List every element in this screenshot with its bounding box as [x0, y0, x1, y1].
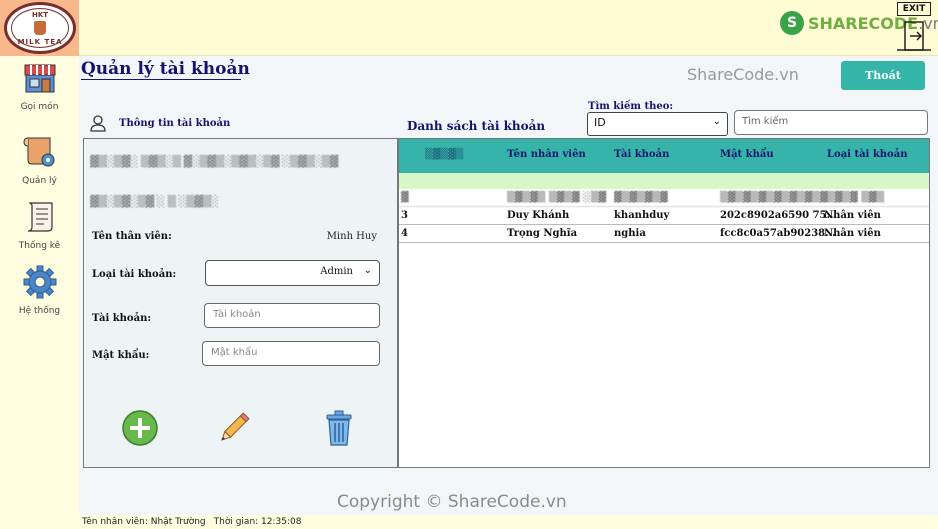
row-password: 202c8902a6590 75...: [720, 210, 837, 221]
sidebar-item-manage[interactable]: Quản lý: [0, 134, 79, 186]
row-username: nghia: [614, 228, 646, 239]
table-row[interactable]: ▓ ▒▓▒▓▒ ▒▓▒▓ ░▒▓ ▓▒▓▒▓▒▓ ▒▓▒▓▒▓▒▓▒▓▒▓▒▓ …: [399, 189, 929, 207]
table-header: ▒▓▒▓▒ Tên nhân viên Tài khoản Mật khẩu L…: [399, 139, 929, 173]
sidebar-item-report[interactable]: Thống kê: [0, 199, 79, 251]
plus-circle-icon: [122, 410, 158, 446]
copyright-watermark: Copyright © ShareCode.vn: [337, 492, 567, 512]
password-label: Mật khẩu:: [92, 350, 150, 361]
shop-icon: [24, 64, 55, 93]
sidebar-item-system[interactable]: Hệ thống: [0, 264, 79, 316]
username-input[interactable]: Tài khoản: [204, 303, 380, 328]
blurred-row: ▓▒░▒▓░▒▓ ░ ▒ ░▒▓▒░: [90, 195, 219, 208]
account-list-title: Danh sách tài khoản: [407, 119, 546, 133]
username-label: Tài khoản:: [92, 313, 152, 324]
selected-table-row[interactable]: [399, 173, 929, 189]
row-name: Duy Khánh: [507, 210, 570, 221]
row-type: Nhân viên: [824, 228, 881, 239]
account-type-select[interactable]: Admin ⌄: [205, 260, 380, 286]
sidebar: Gọi món Quản lý Thống kê Hệ thống: [0, 56, 79, 529]
account-form-panel: ▓▒░▒▓░ ▒▓▒░▒ ▓░▒▓▒░▒▓▒░▒▓ ░▒▓▒░▒▓ ▓▒░▒▓░…: [83, 138, 398, 468]
search-by-select[interactable]: ID ⌄: [587, 112, 728, 136]
sidebar-item-label: Gọi món: [20, 102, 59, 112]
manage-icon: [22, 137, 54, 167]
employee-name-label: Tên thân viên:: [92, 231, 172, 242]
column-header-id: ▒▓▒▓▒: [425, 149, 464, 160]
row-username: khanhduy: [614, 210, 670, 221]
password-input[interactable]: Mật khẩu: [202, 341, 380, 366]
app-logo: HKT MILK TEA: [0, 0, 79, 56]
pencil-icon: [221, 412, 250, 441]
account-type-label: Loại tài khoản:: [92, 269, 177, 280]
status-employee: Tên nhân viên: Nhật Trường: [82, 517, 206, 527]
status-time: Thời gian: 12:35:08: [213, 517, 302, 527]
chevron-down-icon: ⌄: [712, 116, 721, 127]
search-input[interactable]: Tìm kiếm: [734, 110, 928, 135]
sidebar-item-label: Quản lý: [22, 176, 57, 186]
column-header[interactable]: Tên nhân viên: [507, 149, 586, 160]
logo-badge: HKT MILK TEA: [4, 2, 76, 54]
watermark-text: ShareCode.vn: [687, 65, 799, 84]
row-type: Nhân viên: [824, 210, 881, 221]
column-header[interactable]: Tài khoản: [614, 149, 669, 160]
row-id: 4: [401, 228, 408, 239]
account-info-header: Thông tin tài khoản: [89, 114, 230, 132]
logo-top-text: HKT: [31, 11, 49, 19]
edit-button[interactable]: [215, 409, 253, 447]
account-info-label: Thông tin tài khoản: [119, 117, 231, 129]
logo-bottom-text: MILK TEA: [17, 38, 63, 46]
gear-icon: [23, 265, 56, 299]
exit-button[interactable]: Thoát: [841, 61, 925, 90]
title-underline: [81, 79, 241, 80]
main-content: Quản lý tài khoản ShareCode.vn Thoát Thô…: [79, 56, 938, 529]
blurred-row: ▓▒░▒▓░ ▒▓▒░▒ ▓░▒▓▒░▒▓▒░▒▓ ░▒▓▒░▒▓: [90, 155, 338, 168]
search-by-value: ID: [594, 116, 606, 129]
row-id: 3: [401, 210, 408, 221]
chevron-down-icon: ⌄: [363, 265, 372, 276]
trash-icon: [326, 410, 352, 446]
sharecode-logo-icon: S: [780, 11, 804, 35]
sidebar-item-order[interactable]: Gọi món: [0, 60, 79, 112]
employee-name-value: Minh Huy: [326, 231, 377, 242]
sidebar-item-label: Hệ thống: [18, 306, 61, 316]
search-by-label: Tìm kiếm theo:: [588, 101, 674, 112]
report-icon: [27, 202, 53, 232]
row-password: fcc8c0a57ab90238...: [720, 228, 836, 239]
table-row[interactable]: 4 Trọng Nghĩa nghia fcc8c0a57ab90238... …: [399, 225, 929, 243]
top-banner: HKT MILK TEA S SHARECODE.vn EXIT: [0, 0, 938, 56]
page-title: Quản lý tài khoản: [81, 59, 250, 79]
row-name: Trọng Nghĩa: [507, 228, 578, 239]
column-header[interactable]: Loại tài khoản: [827, 149, 907, 160]
add-button[interactable]: [121, 409, 159, 447]
status-bar: Tên nhân viên: Nhật Trường Thời gian: 12…: [79, 515, 938, 529]
account-type-value: Admin: [320, 266, 353, 277]
milk-tea-cup-icon: [34, 21, 46, 35]
user-icon: [90, 115, 106, 132]
exit-door-icon[interactable]: EXIT: [895, 2, 933, 54]
account-table: ▒▓▒▓▒ Tên nhân viên Tài khoản Mật khẩu L…: [398, 138, 930, 468]
column-header[interactable]: Mật khẩu: [720, 149, 774, 160]
delete-button[interactable]: [320, 409, 358, 447]
sidebar-item-label: Thống kê: [18, 241, 61, 251]
table-row[interactable]: 3 Duy Khánh khanhduy 202c8902a6590 75...…: [399, 207, 929, 225]
